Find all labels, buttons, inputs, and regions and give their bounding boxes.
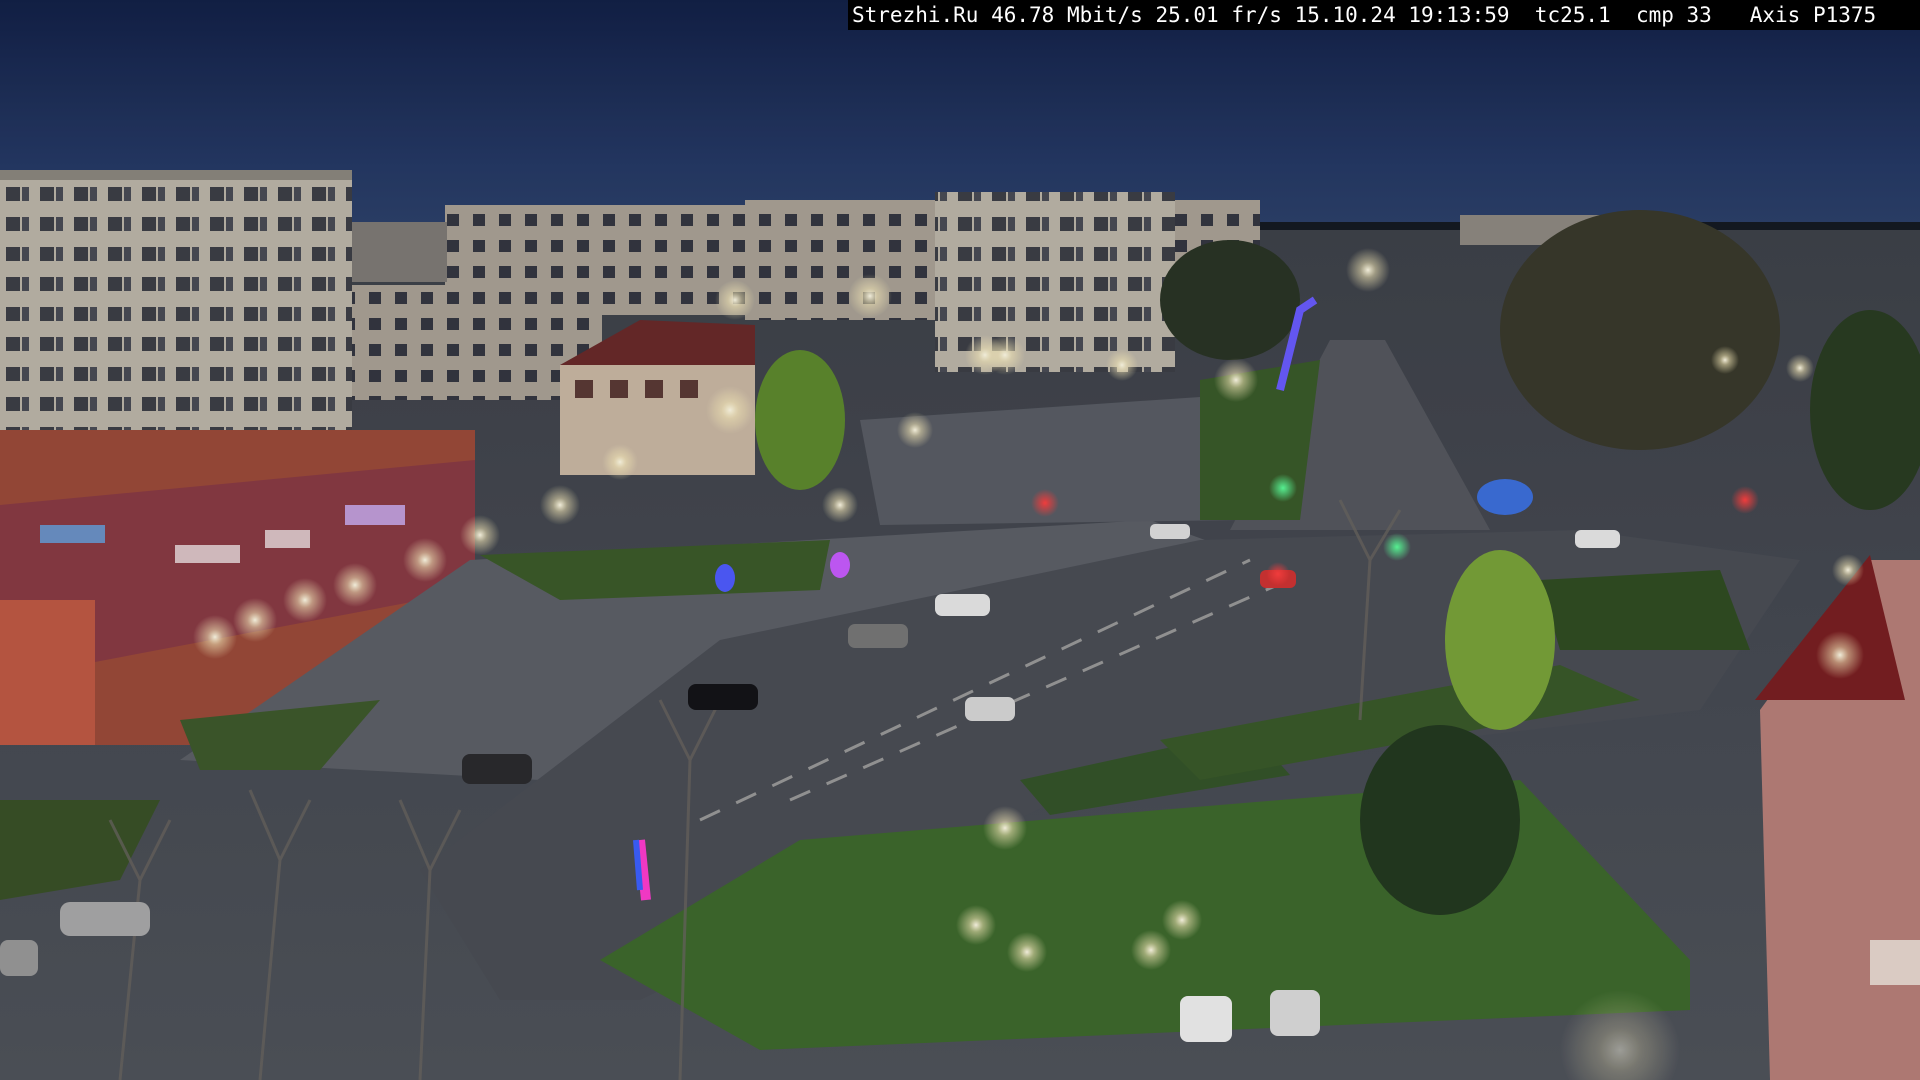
osd-bitrate: 46.78 Mbit/s [991, 3, 1143, 27]
osd-timecode: tc25.1 [1534, 3, 1611, 27]
osd-compression: cmp 33 [1635, 3, 1712, 27]
osd-site: Strezhi.Ru [852, 3, 979, 27]
osd-framerate: 25.01 fr/s [1155, 3, 1282, 27]
camera-osd-overlay: Strezhi.Ru 46.78 Mbit/s 25.01 fr/s 15.10… [848, 0, 1920, 30]
osd-camera-model: Axis P1375 [1749, 3, 1877, 27]
webcam-frame: Strezhi.Ru 46.78 Mbit/s 25.01 fr/s 15.10… [0, 0, 1920, 1080]
osd-datetime: 15.10.24 19:13:59 [1294, 3, 1510, 27]
city-night-scene [0, 0, 1920, 1080]
